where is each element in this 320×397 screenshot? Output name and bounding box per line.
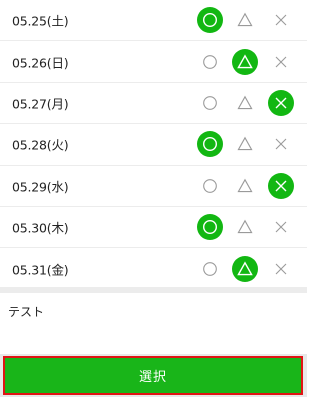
cross-option[interactable] — [268, 49, 294, 75]
cross-option[interactable] — [268, 89, 294, 116]
triangle-option[interactable] — [232, 214, 258, 240]
triangle-option[interactable] — [232, 7, 258, 33]
triangle-icon — [237, 53, 253, 68]
triangle-option[interactable] — [232, 131, 258, 157]
circle-option[interactable] — [197, 214, 223, 241]
triangle-icon — [237, 178, 253, 192]
date-row: 05.30(木) — [0, 207, 307, 249]
select-button[interactable]: 選択 — [3, 356, 303, 395]
date-row: 05.28(火) — [0, 124, 307, 166]
schedule-response-page: 05.25(土) 05.26(日) 05.27(月) 05.28(火) 05.2… — [0, 0, 307, 397]
circle-icon — [203, 178, 217, 193]
triangle-option[interactable] — [232, 173, 258, 199]
cross-icon — [275, 221, 287, 233]
circle-icon — [202, 13, 218, 28]
date-label: 05.29(水) — [12, 179, 69, 195]
date-row: 05.27(月) — [0, 83, 307, 125]
circle-icon — [202, 137, 218, 152]
date-label: 05.30(木) — [12, 220, 69, 236]
triangle-icon — [237, 219, 253, 234]
date-label: 05.26(日) — [12, 55, 69, 71]
date-label: 05.31(金) — [12, 262, 69, 278]
date-row: 05.31(金) — [0, 248, 307, 290]
cross-icon — [275, 14, 287, 26]
triangle-option[interactable] — [232, 48, 258, 75]
comment-text: テスト — [8, 305, 45, 319]
cross-icon — [275, 56, 287, 67]
triangle-option[interactable] — [232, 255, 258, 282]
cross-option[interactable] — [268, 214, 294, 240]
cross-option[interactable] — [268, 131, 294, 157]
triangle-icon — [237, 95, 253, 110]
circle-icon — [202, 220, 218, 235]
date-row: 05.29(水) — [0, 166, 307, 207]
circle-icon — [203, 54, 217, 69]
circle-icon — [203, 261, 217, 276]
date-label: 05.28(火) — [12, 137, 69, 153]
date-row: 05.26(日) — [0, 41, 307, 83]
cross-icon — [275, 180, 287, 192]
date-label: 05.27(月) — [12, 96, 69, 112]
triangle-icon — [237, 12, 253, 27]
circle-option[interactable] — [197, 7, 223, 34]
date-label: 05.25(土) — [12, 13, 69, 29]
cross-option[interactable] — [268, 7, 294, 33]
cross-option[interactable] — [268, 256, 294, 282]
circle-option[interactable] — [197, 256, 223, 282]
triangle-icon — [237, 137, 253, 151]
cross-icon — [275, 97, 287, 109]
circle-option[interactable] — [197, 173, 223, 199]
cross-icon — [275, 263, 287, 274]
circle-option[interactable] — [197, 131, 223, 158]
date-option-list: 05.25(土) 05.26(日) 05.27(月) 05.28(火) 05.2… — [0, 0, 307, 290]
date-row: 05.25(土) — [0, 0, 307, 42]
cross-option[interactable] — [268, 172, 294, 199]
triangle-icon — [237, 260, 253, 275]
section-divider — [0, 287, 307, 293]
triangle-option[interactable] — [232, 90, 258, 116]
cross-icon — [275, 138, 287, 150]
circle-icon — [203, 96, 217, 110]
circle-option[interactable] — [197, 90, 223, 116]
circle-option[interactable] — [197, 49, 223, 75]
